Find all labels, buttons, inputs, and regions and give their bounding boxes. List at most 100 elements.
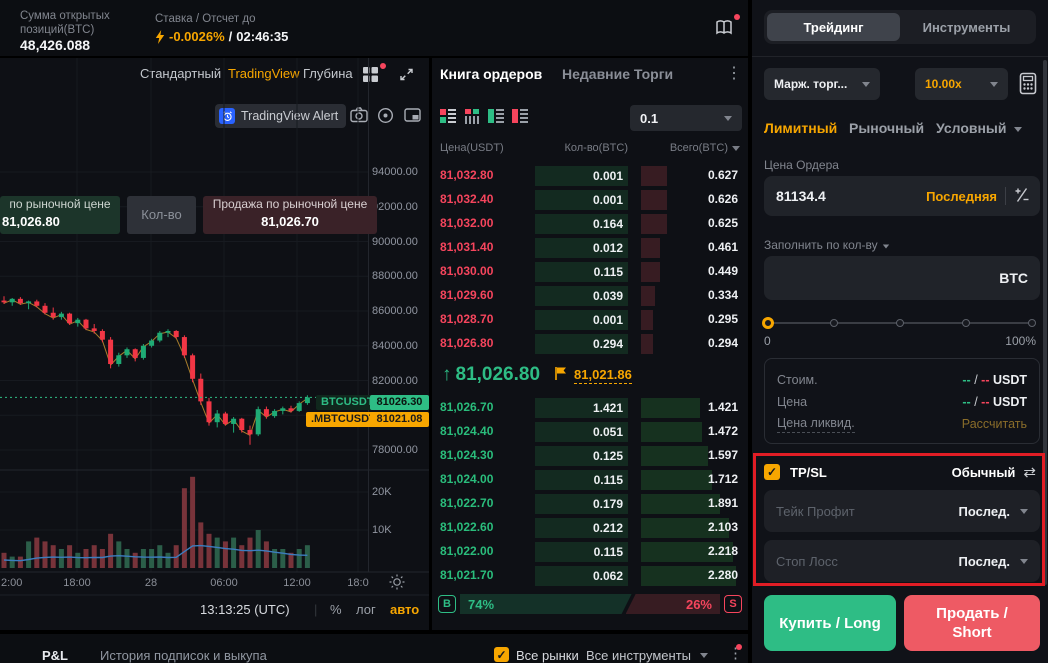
mid-last-price[interactable]: 81,026.80 — [456, 364, 541, 386]
chevron-down-icon — [724, 116, 732, 121]
tab-pnl[interactable]: P&L — [42, 648, 68, 663]
tpsl-checkbox[interactable]: ✓ — [764, 464, 780, 480]
price-sell-value: -- — [981, 395, 989, 409]
ob-price[interactable]: 81,024.00 — [440, 472, 493, 486]
calculator-icon[interactable] — [1018, 72, 1038, 99]
slider-handle[interactable] — [762, 317, 774, 329]
tab-recent-trades[interactable]: Недавние Торги — [562, 66, 673, 82]
tab-trading[interactable]: Трейдинг — [767, 13, 900, 41]
ob-price[interactable]: 81,032.80 — [440, 168, 493, 182]
buy-market-overlay[interactable]: по рыночной цене 81,026.80 — [0, 196, 120, 234]
view-split-icon[interactable] — [464, 108, 480, 124]
ob-price[interactable]: 81,032.40 — [440, 192, 493, 206]
leverage-dropdown[interactable]: 10.00x — [915, 68, 1008, 100]
ob-price[interactable]: 81,026.70 — [440, 400, 493, 414]
ob-price[interactable]: 81,022.60 — [440, 520, 493, 534]
order-type-conditional[interactable]: Условный — [936, 120, 1007, 136]
take-profit-field[interactable]: Тейк Профит Послед. — [764, 490, 1040, 532]
orderbook-menu-icon[interactable]: ⋮ — [726, 63, 742, 83]
orderbook-bid-row[interactable]: 0.11581,024.001.712 — [432, 468, 748, 492]
bottom-menu-icon[interactable]: ⋮ — [728, 644, 743, 662]
precision-dropdown[interactable]: 0.1 — [630, 105, 742, 131]
ob-price[interactable]: 81,022.70 — [440, 496, 493, 510]
sun-theme-icon[interactable] — [388, 573, 406, 594]
ob-qty: 0.294 — [535, 334, 628, 354]
buy-ratio-badge: B — [438, 595, 456, 613]
orderbook-ask-row[interactable]: 0.11581,030.000.449 — [432, 260, 748, 284]
orderbook-toggle-icon[interactable] — [712, 16, 738, 42]
mid-index-price[interactable]: 81,021.86 — [574, 367, 632, 384]
ob-price[interactable]: 81,024.40 — [440, 424, 493, 438]
ob-price[interactable]: 81,032.00 — [440, 216, 493, 230]
all-markets-checkbox[interactable]: ✓ — [494, 647, 509, 662]
ob-price[interactable]: 81,022.00 — [440, 544, 493, 558]
ob-total: 0.449 — [708, 264, 738, 278]
ob-price[interactable]: 81,024.30 — [440, 448, 493, 462]
tp-trigger-type[interactable]: Послед. — [958, 504, 1010, 519]
price-stepper-icon[interactable] — [1014, 187, 1030, 206]
sl-trigger-type[interactable]: Послед. — [958, 554, 1010, 569]
calculate-link[interactable]: Рассчитать — [962, 417, 1027, 431]
ob-price[interactable]: 81,031.40 — [440, 240, 493, 254]
slider-dot-50[interactable] — [896, 319, 904, 327]
orderbook-bid-row[interactable]: 0.05181,024.401.472 — [432, 420, 748, 444]
order-price-field[interactable]: 81134.4 Последняя — [764, 176, 1040, 216]
ob-price[interactable]: 81,030.00 — [440, 264, 493, 278]
buy-long-button[interactable]: Купить / Long — [764, 595, 896, 651]
view-combined-icon[interactable] — [440, 108, 456, 124]
open-positions-value: 48,426.088 — [20, 37, 138, 53]
view-bids-only-icon[interactable] — [488, 108, 504, 124]
slider-dot-25[interactable] — [830, 319, 838, 327]
view-asks-only-icon[interactable] — [512, 108, 528, 124]
orderbook-ask-row[interactable]: 0.00181,032.400.626 — [432, 188, 748, 212]
slider-dot-75[interactable] — [962, 319, 970, 327]
sell-ratio-badge: S — [724, 595, 742, 613]
ob-price[interactable]: 81,021.70 — [440, 568, 493, 582]
sell-short-button[interactable]: Продать / Short — [904, 595, 1040, 651]
all-instruments-dropdown[interactable]: Все инструменты — [586, 648, 691, 663]
order-type-limit[interactable]: Лимитный — [764, 120, 837, 136]
orderbook-bid-row[interactable]: 0.21281,022.602.103 — [432, 516, 748, 540]
sell-market-overlay[interactable]: Продажа по рыночной цене 81,026.70 — [203, 196, 377, 234]
orderbook-ask-row[interactable]: 0.16481,032.000.625 — [432, 212, 748, 236]
tab-tools[interactable]: Инструменты — [900, 13, 1033, 41]
volume-axis-label: 10K — [372, 524, 427, 536]
order-type-market[interactable]: Рыночный — [849, 120, 924, 136]
price-chart[interactable] — [0, 58, 429, 630]
ob-price[interactable]: 81,028.70 — [440, 312, 493, 326]
stop-loss-field[interactable]: Стоп Лосс Послед. — [764, 540, 1040, 582]
tab-orderbook[interactable]: Книга ордеров — [440, 66, 542, 82]
qty-overlay[interactable]: Кол-во — [127, 196, 196, 234]
orderbook-ask-row[interactable]: 0.01281,031.400.461 — [432, 236, 748, 260]
orderbook-bid-row[interactable]: 0.11581,022.002.218 — [432, 540, 748, 564]
funding-label: Ставка / Отсчет до — [155, 12, 288, 26]
all-markets-label[interactable]: Все рынки — [516, 648, 579, 663]
index-price-badge: 81021.08 — [370, 412, 429, 427]
orderbook-ask-row[interactable]: 0.00181,032.800.627 — [432, 164, 748, 188]
scale-auto-toggle[interactable]: авто — [390, 602, 419, 617]
scrollbar[interactable] — [1043, 60, 1047, 585]
order-price-value[interactable]: 81134.4 — [776, 188, 926, 204]
orderbook-bid-row[interactable]: 0.06281,021.702.280 — [432, 564, 748, 588]
tab-subscription-history[interactable]: История подписок и выкупа — [100, 648, 267, 663]
ob-price[interactable]: 81,029.60 — [440, 288, 493, 302]
slider-dot-100[interactable] — [1028, 319, 1036, 327]
qty-slider[interactable] — [768, 322, 1032, 324]
bottom-bar: P&L История подписок и выкупа ✓ Все рынк… — [0, 634, 748, 663]
scale-log-toggle[interactable]: лог — [356, 602, 376, 617]
orderbook-ask-row[interactable]: 0.03981,029.600.334 — [432, 284, 748, 308]
ob-price[interactable]: 81,026.80 — [440, 336, 493, 350]
order-qty-field[interactable]: BTC — [764, 256, 1040, 300]
orderbook-ask-row[interactable]: 0.00181,028.700.295 — [432, 308, 748, 332]
use-last-price-link[interactable]: Последняя — [926, 189, 997, 204]
orderbook-bid-row[interactable]: 0.12581,024.301.597 — [432, 444, 748, 468]
orderbook-bid-row[interactable]: 0.17981,022.701.891 — [432, 492, 748, 516]
margin-mode-dropdown[interactable]: Марж. торг... — [764, 68, 880, 100]
tpsl-mode-swap-icon[interactable]: ⇄ — [1023, 463, 1036, 481]
scale-percent-toggle[interactable]: % — [330, 602, 342, 617]
orderbook-ask-row[interactable]: 0.29481,026.800.294 — [432, 332, 748, 356]
fill-by-qty-text[interactable]: Заполнить по кол-ву — [764, 238, 878, 252]
divider — [1005, 187, 1006, 205]
orderbook-bid-row[interactable]: 1.42181,026.701.421 — [432, 396, 748, 420]
price-axis-label: 82000.00 — [372, 375, 427, 387]
